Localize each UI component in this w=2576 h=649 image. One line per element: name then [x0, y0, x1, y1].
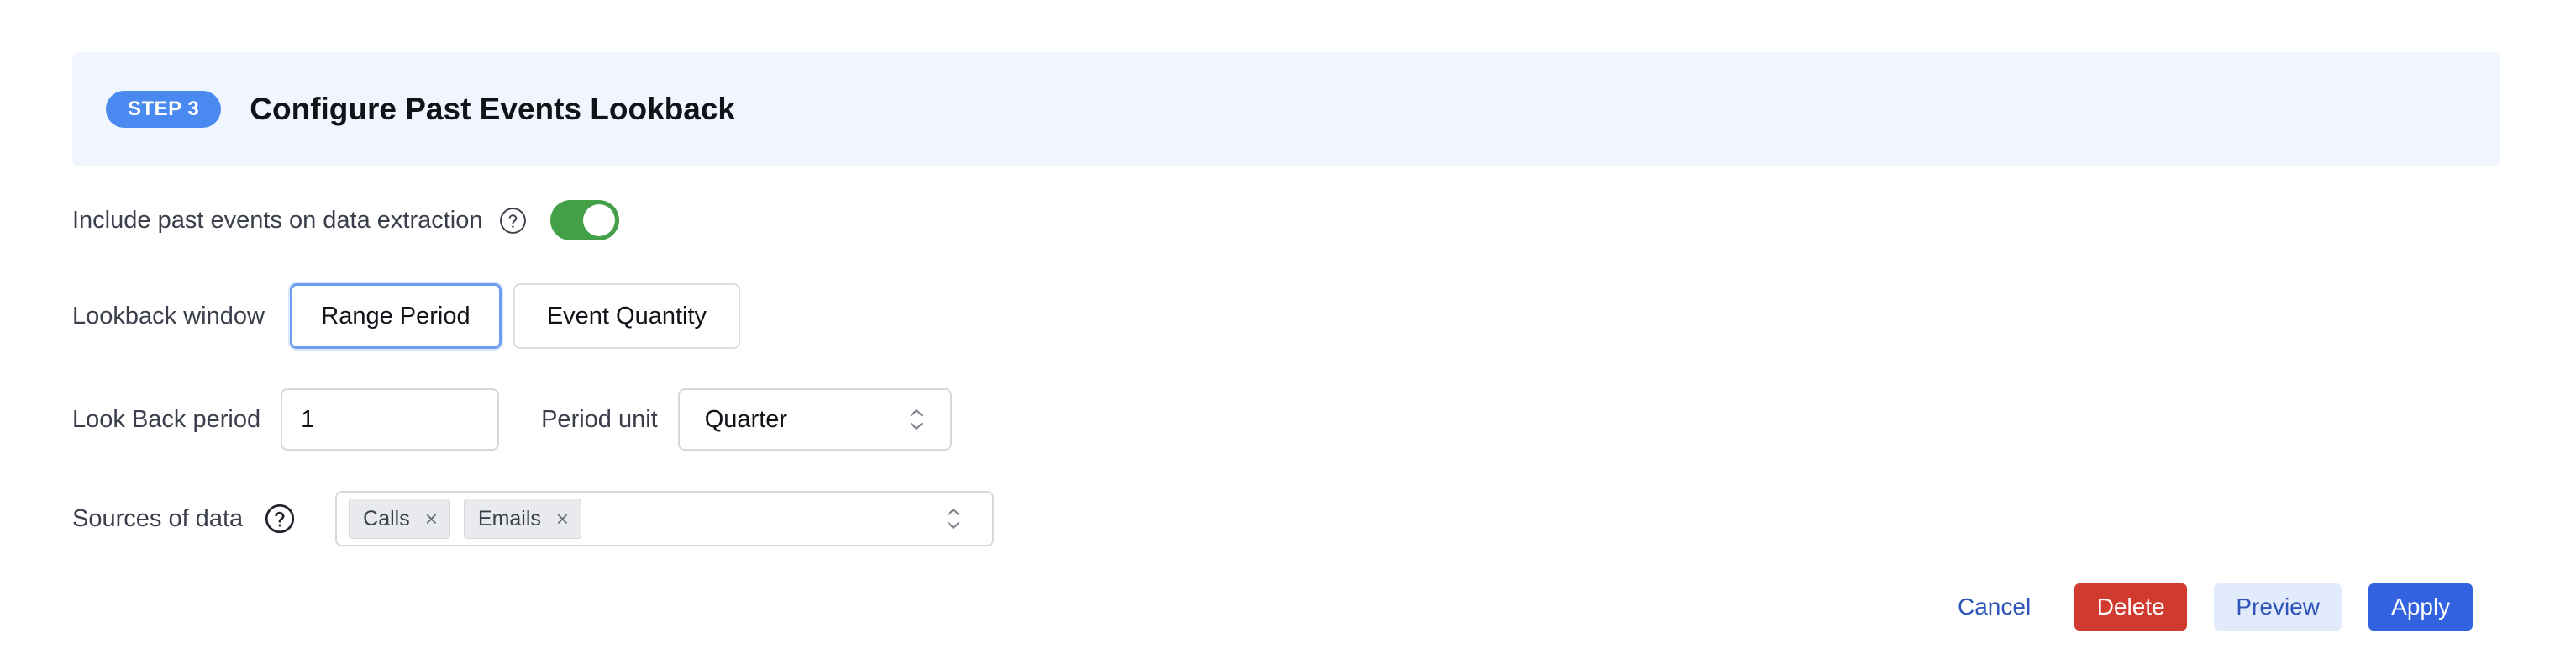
period-unit-value: Quarter — [704, 405, 788, 433]
close-icon[interactable]: × — [556, 508, 569, 530]
preview-button[interactable]: Preview — [2214, 583, 2342, 631]
close-icon[interactable]: × — [425, 508, 438, 530]
sources-of-data-row: Sources of data Calls × Emails × — [72, 491, 995, 546]
chevron-updown-icon — [908, 405, 925, 434]
cancel-button[interactable]: Cancel — [1939, 583, 2049, 631]
toggle-knob — [583, 204, 616, 236]
include-past-events-row: Include past events on data extraction — [72, 198, 620, 242]
period-unit-select[interactable]: Quarter — [677, 388, 952, 451]
lookback-window-row: Lookback window Range Period Event Quant… — [72, 282, 740, 350]
sources-multiselect[interactable]: Calls × Emails × — [335, 491, 995, 546]
event-quantity-button[interactable]: Event Quantity — [513, 283, 740, 349]
delete-button[interactable]: Delete — [2074, 583, 2188, 631]
chip-label: Calls — [363, 506, 410, 530]
period-unit-label: Period unit — [541, 405, 658, 433]
lookback-config-panel: STEP 3 Configure Past Events Lookback In… — [0, 0, 2576, 649]
question-circle-icon[interactable] — [499, 207, 527, 235]
look-back-period-label: Look Back period — [72, 405, 261, 433]
page-title: Configure Past Events Lookback — [250, 92, 736, 126]
action-bar: Cancel Delete Preview Apply — [1939, 583, 2473, 631]
look-back-period-input[interactable] — [281, 388, 500, 451]
sources-of-data-label: Sources of data — [72, 504, 244, 532]
step-badge: STEP 3 — [106, 91, 222, 128]
range-period-button[interactable]: Range Period — [289, 283, 502, 349]
include-past-events-label: Include past events on data extraction — [72, 206, 483, 234]
lookback-window-label: Lookback window — [72, 302, 265, 330]
source-chip-emails: Emails × — [463, 499, 582, 539]
chip-label: Emails — [477, 506, 541, 530]
look-back-period-row: Look Back period Period unit Quarter — [72, 388, 952, 451]
source-chip-calls: Calls × — [349, 499, 450, 539]
step-header: STEP 3 Configure Past Events Lookback — [72, 52, 2500, 166]
question-circle-icon[interactable] — [265, 504, 295, 534]
include-past-events-toggle[interactable] — [550, 200, 620, 240]
chevron-updown-icon — [945, 504, 962, 533]
apply-button[interactable]: Apply — [2368, 583, 2473, 631]
